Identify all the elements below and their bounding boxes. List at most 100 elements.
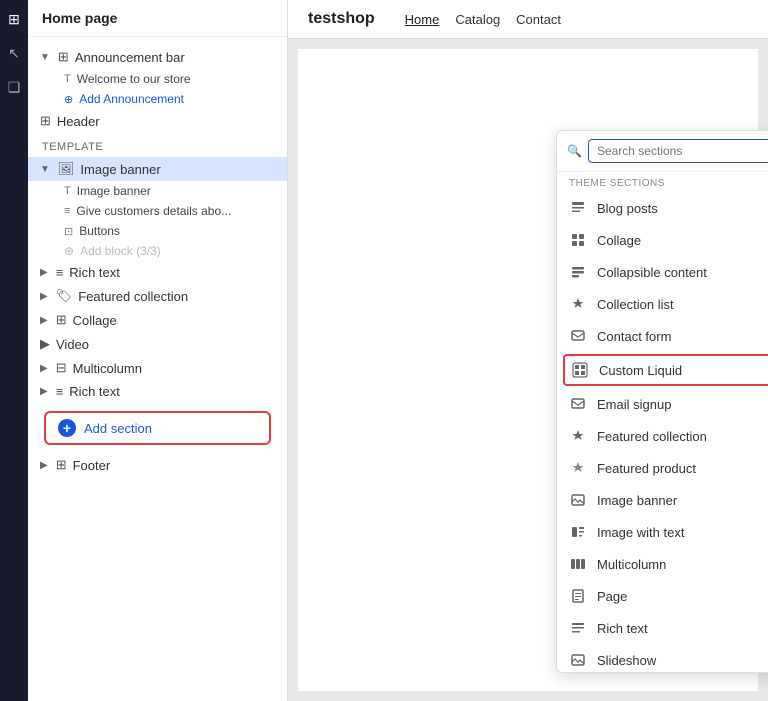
grid-icon[interactable]: ⊞: [3, 8, 25, 30]
sidebar-item-add-announcement[interactable]: ⊕ Add Announcement: [28, 89, 287, 109]
multicolumn-item-icon: [569, 555, 587, 573]
multicolumn-arrow-icon: ▶: [40, 363, 48, 374]
collage-arrow-icon: ▶: [40, 315, 48, 326]
buttons-label: Buttons: [79, 224, 120, 238]
image-with-text-icon: [569, 523, 587, 541]
contact-form-icon: [569, 327, 587, 345]
add-section-button[interactable]: + Add section: [44, 411, 271, 445]
sidebar-item-multicolumn[interactable]: ▶ ⊟ Multicolumn: [28, 356, 287, 380]
collage-item-icon: [569, 231, 587, 249]
theme-sections-label: THEME SECTIONS: [557, 172, 768, 192]
collage-item-label: Collage: [597, 233, 641, 248]
section-page[interactable]: Page: [557, 580, 768, 612]
header-icon: ⊞: [40, 113, 51, 129]
rich-text-arrow-icon: ▶: [40, 267, 48, 278]
sidebar-item-rich-text-1[interactable]: ▶ ≡ Rich text: [28, 261, 287, 284]
list-icon: ≡: [64, 205, 70, 217]
slideshow-label: Slideshow: [597, 653, 656, 668]
sidebar-item-buttons[interactable]: ⊡ Buttons: [28, 221, 287, 241]
collapsible-icon: [569, 263, 587, 281]
search-sections-input[interactable]: [588, 139, 768, 163]
section-blog-posts[interactable]: Blog posts: [557, 192, 768, 224]
sidebar-item-welcome[interactable]: T Welcome to our store: [28, 69, 287, 89]
sidebar-item-announcement-bar[interactable]: ▼ ⊞ Announcement bar: [28, 45, 287, 69]
sidebar-item-footer[interactable]: ▶ ⊞ Footer: [28, 453, 287, 477]
sidebar-item-collage[interactable]: ▶ ⊞ Collage: [28, 308, 287, 332]
announcement-bar-icon: ⊞: [58, 49, 69, 65]
featured-collection-label: Featured collection: [78, 289, 277, 304]
welcome-label: Welcome to our store: [77, 72, 191, 86]
rich-text-2-icon: ≡: [56, 384, 64, 399]
section-collage[interactable]: Collage: [557, 224, 768, 256]
store-nav: Home Catalog Contact: [405, 12, 561, 27]
section-custom-liquid[interactable]: Custom Liquid: [563, 354, 768, 386]
nav-catalog[interactable]: Catalog: [455, 12, 500, 27]
section-collapsible-content[interactable]: Collapsible content: [557, 256, 768, 288]
sidebar-title: Home page: [28, 0, 287, 37]
sidebar-item-featured-collection[interactable]: ▶ 🏷 Featured collection: [28, 284, 287, 308]
image-banner-icon: 🖼: [58, 161, 75, 177]
sidebar-item-image-banner[interactable]: ▼ 🖼 Image banner: [28, 157, 287, 181]
footer-label: Footer: [73, 458, 277, 473]
email-signup-label: Email signup: [597, 397, 671, 412]
footer-icon: ⊞: [56, 457, 67, 473]
image-banner-label: Image banner: [80, 162, 277, 177]
section-collection-list[interactable]: Collection list: [557, 288, 768, 320]
collapsible-content-label: Collapsible content: [597, 265, 707, 280]
sidebar-content: ▼ ⊞ Announcement bar T Welcome to our st…: [28, 37, 287, 701]
section-featured-product[interactable]: Featured product: [557, 452, 768, 484]
sidebar-item-video[interactable]: ▶ Video: [28, 332, 287, 356]
custom-liquid-label: Custom Liquid: [599, 363, 682, 378]
collection-list-icon: [569, 295, 587, 313]
featured-product-label: Featured product: [597, 461, 696, 476]
layers-icon[interactable]: ❏: [3, 76, 25, 98]
blog-posts-icon: [569, 199, 587, 217]
add-section-label: Add section: [84, 421, 152, 436]
sections-dropdown: 🔍 THEME SECTIONS Blog posts Collage: [556, 130, 768, 673]
sidebar-item-rich-text-2[interactable]: ▶ ≡ Rich text: [28, 380, 287, 403]
nav-home[interactable]: Home: [405, 12, 440, 27]
section-image-banner[interactable]: Image banner: [557, 484, 768, 516]
expand-arrow-icon: ▼: [40, 164, 50, 175]
sidebar-item-header[interactable]: ⊞ Header: [28, 109, 287, 133]
section-slideshow[interactable]: Slideshow: [557, 644, 768, 672]
add-block-icon: ⊕: [64, 244, 74, 258]
rich-text-item-icon: [569, 619, 587, 637]
page-item-label: Page: [597, 589, 627, 604]
section-email-signup[interactable]: Email signup: [557, 388, 768, 420]
sections-list: Blog posts Collage Collapsible content C…: [557, 192, 768, 672]
sidebar: Home page ▼ ⊞ Announcement bar T Welcome…: [28, 0, 288, 701]
section-multicolumn[interactable]: Multicolumn: [557, 548, 768, 580]
add-block-label: Add block (3/3): [80, 244, 161, 258]
slideshow-icon: [569, 651, 587, 669]
collage-label: Collage: [73, 313, 277, 328]
sidebar-item-give-customers[interactable]: ≡ Give customers details abo...: [28, 201, 287, 221]
featured-product-icon: [569, 459, 587, 477]
section-rich-text[interactable]: Rich text: [557, 612, 768, 644]
sidebar-item-image-banner-sub[interactable]: T Image banner: [28, 181, 287, 201]
store-preview-header: testshop Home Catalog Contact: [288, 0, 768, 39]
image-banner-item-icon: [569, 491, 587, 509]
text-icon: T: [64, 73, 71, 85]
give-customers-label: Give customers details abo...: [76, 204, 231, 218]
sidebar-add-block: ⊕ Add block (3/3): [28, 241, 287, 261]
rich-text-item-label: Rich text: [597, 621, 648, 636]
section-featured-collection[interactable]: Featured collection: [557, 420, 768, 452]
store-name: testshop: [308, 10, 375, 28]
page-icon: [569, 587, 587, 605]
section-contact-form[interactable]: Contact form: [557, 320, 768, 352]
cursor-icon[interactable]: ↖: [3, 42, 25, 64]
featured-collection-icon: 🏷: [56, 288, 73, 304]
plus-circle-icon: ⊕: [64, 93, 73, 106]
contact-form-label: Contact form: [597, 329, 671, 344]
section-image-with-text[interactable]: Image with text: [557, 516, 768, 548]
nav-contact[interactable]: Contact: [516, 12, 561, 27]
template-label: TEMPLATE: [28, 133, 287, 157]
multicolumn-icon: ⊟: [56, 360, 67, 376]
featured-collection-item-label: Featured collection: [597, 429, 707, 444]
search-icon: 🔍: [567, 144, 582, 158]
video-label: Video: [56, 337, 277, 352]
main-area: testshop Home Catalog Contact → 🔍 THEME …: [288, 0, 768, 701]
rich-text-2-arrow-icon: ▶: [40, 386, 48, 397]
arrow-icon: ▼: [40, 52, 50, 63]
